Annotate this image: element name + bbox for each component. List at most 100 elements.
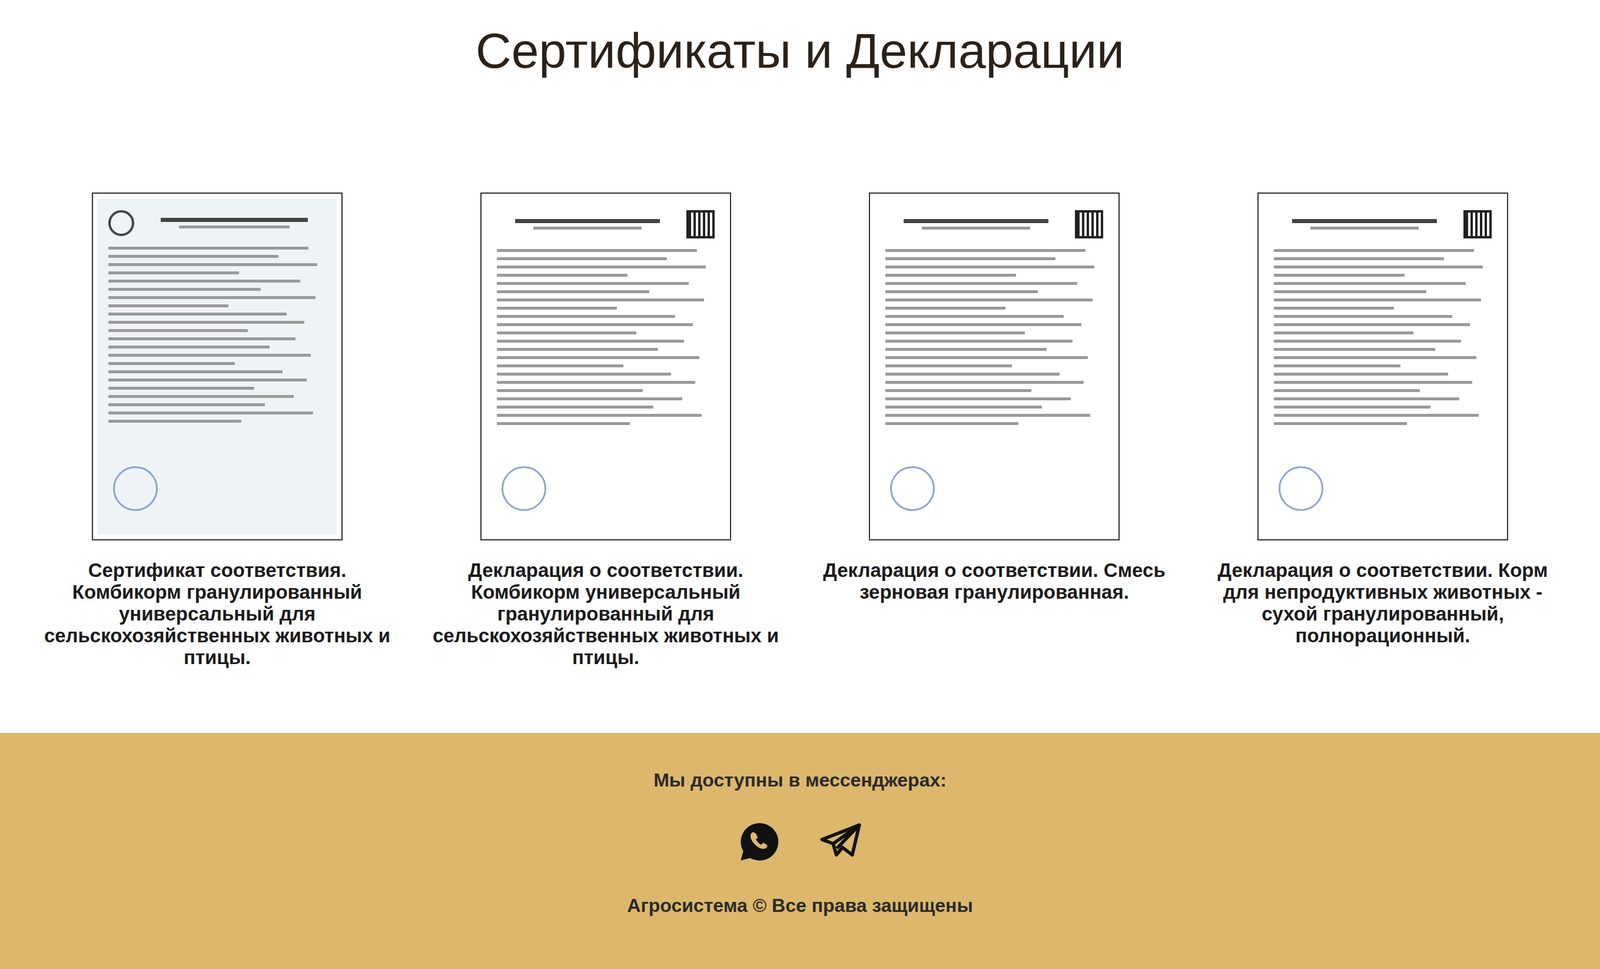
- document-thumbnail[interactable]: [480, 192, 732, 541]
- stamp-icon: [501, 466, 547, 511]
- document-card[interactable]: Декларация о соответствии. Смесь зернова…: [800, 192, 1189, 669]
- document-line: [1273, 290, 1427, 294]
- document-line: [108, 271, 239, 275]
- document-line: [108, 353, 311, 357]
- header-lines: [496, 218, 679, 230]
- footer: Мы доступны в мессенджерах: Агросистема ©…: [0, 732, 1600, 969]
- document-line: [496, 265, 706, 269]
- document-line: [108, 403, 265, 407]
- qr-code-icon: [686, 210, 715, 239]
- header-line: [1310, 226, 1420, 230]
- header-lines: [885, 218, 1067, 230]
- document-line: [496, 249, 697, 252]
- document-line: [108, 329, 248, 333]
- qr-code-icon: [1074, 210, 1104, 239]
- document-line: [885, 306, 1006, 310]
- document-line: [1273, 249, 1475, 252]
- telegram-icon[interactable]: [818, 819, 863, 865]
- document-line: [1273, 364, 1401, 368]
- header-lines: [1273, 218, 1456, 230]
- header-line: [1292, 218, 1437, 224]
- document-header: [1273, 210, 1492, 239]
- header-line: [903, 218, 1049, 224]
- document-line: [1273, 405, 1431, 409]
- header-line: [533, 226, 643, 230]
- copyright: Агросистема © Все права защищены: [626, 894, 973, 917]
- document-line: [1273, 372, 1449, 376]
- document-line: [885, 281, 1078, 285]
- document-line: [1273, 380, 1473, 384]
- whatsapp-icon[interactable]: [737, 819, 782, 865]
- document-thumbnail[interactable]: [1257, 192, 1509, 541]
- document-caption: Сертификат соответствия. Комбикорм грану…: [35, 559, 399, 669]
- document-header: [885, 210, 1104, 239]
- document-line: [885, 273, 1017, 277]
- page: Сертификаты и Декларации Сертификат соотв…: [0, 0, 1600, 969]
- document-thumbnail[interactable]: [868, 192, 1120, 541]
- document-line: [885, 422, 1019, 426]
- document-line: [108, 370, 283, 374]
- document-line: [108, 287, 261, 291]
- qr-code-icon: [1463, 210, 1492, 239]
- document-line: [1273, 397, 1460, 401]
- document-line: [108, 386, 255, 390]
- document-line: [108, 345, 270, 349]
- document-line: [885, 290, 1038, 294]
- document-line: [496, 372, 672, 376]
- document-line: [885, 249, 1086, 252]
- document-line: [885, 314, 1064, 318]
- document-line: [1273, 347, 1436, 351]
- document-line: [496, 306, 617, 310]
- document-header: [496, 210, 715, 239]
- header-line: [160, 217, 308, 222]
- document-card[interactable]: Декларация о соответствии. Комбикорм уни…: [411, 192, 800, 669]
- document-line: [496, 273, 628, 277]
- document-thumbnail[interactable]: [91, 192, 343, 541]
- document-line: [496, 323, 693, 327]
- document-line: [885, 339, 1073, 343]
- document-line: [1273, 331, 1414, 335]
- document-line: [108, 263, 318, 267]
- messengers-label: Мы доступны в мессенджерах:: [653, 769, 947, 792]
- header-line: [178, 225, 290, 229]
- document-line: [496, 257, 667, 261]
- document-line: [108, 411, 314, 415]
- document-line: [1273, 273, 1405, 277]
- document-line: [885, 372, 1060, 376]
- document-line: [496, 298, 705, 302]
- document-line: [496, 422, 630, 426]
- document-line: [1273, 306, 1394, 310]
- documents-grid: Сертификат соответствия. Комбикорм грану…: [22, 192, 1578, 669]
- document-line: [1273, 265, 1483, 269]
- certificates-section: Сертификаты и Декларации Сертификат соотв…: [0, 0, 1600, 733]
- document-line: [885, 380, 1084, 384]
- document-card[interactable]: Декларация о соответствии. Корм для непр…: [1188, 192, 1578, 669]
- document-line: [108, 246, 309, 250]
- document-line: [108, 254, 279, 258]
- document-line: [496, 331, 637, 335]
- document-line: [885, 356, 1088, 360]
- document-line: [496, 364, 624, 368]
- header-line: [921, 226, 1031, 230]
- document-header: [108, 210, 327, 237]
- document-line: [108, 320, 305, 324]
- document-line: [496, 413, 702, 417]
- document-line: [1273, 413, 1479, 417]
- document-body: [108, 246, 327, 423]
- document-card[interactable]: Сертификат соответствия. Комбикорм грану…: [22, 192, 412, 669]
- section-title: Сертификаты и Декларации: [22, 21, 1578, 81]
- document-line: [108, 337, 296, 341]
- document-line: [1273, 323, 1470, 327]
- messenger-links: [737, 819, 863, 865]
- document-line: [496, 397, 683, 401]
- document-line: [108, 362, 235, 365]
- document-line: [108, 378, 307, 382]
- document-line: [496, 339, 685, 343]
- document-line: [885, 331, 1025, 335]
- document-line: [108, 304, 229, 308]
- emblem-icon: [108, 210, 135, 237]
- document-caption: Декларация о соответствии. Смесь зернова…: [812, 559, 1176, 603]
- document-line: [1273, 281, 1466, 285]
- document-line: [885, 257, 1056, 261]
- header-lines: [142, 217, 327, 229]
